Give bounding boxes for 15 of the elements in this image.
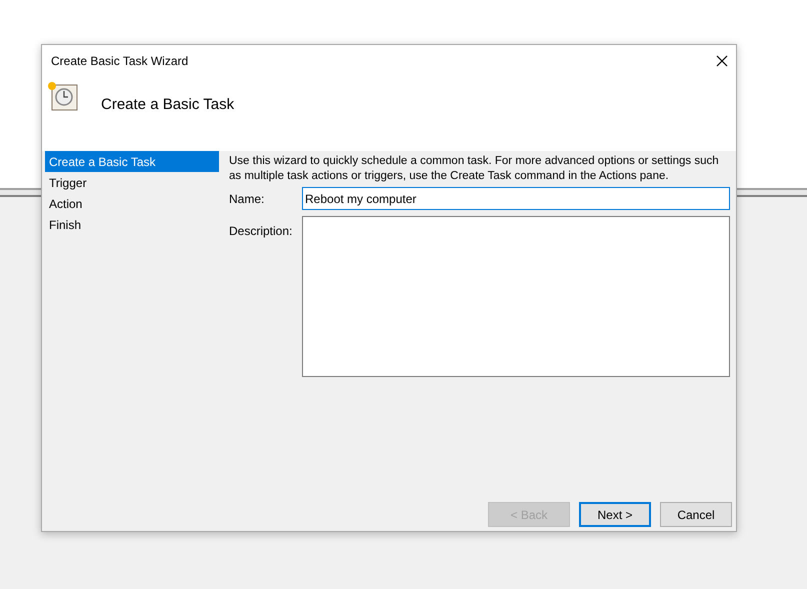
- wizard-step[interactable]: Finish: [45, 214, 219, 235]
- description-field[interactable]: [302, 216, 730, 377]
- close-icon[interactable]: [716, 54, 728, 66]
- wizard-step[interactable]: Action: [45, 193, 219, 214]
- window-title: Create Basic Task Wizard: [51, 52, 188, 70]
- name-field[interactable]: Reboot my computer: [302, 187, 730, 210]
- clock-icon: [47, 82, 79, 112]
- intro-text: Use this wizard to quickly schedule a common task. For more advanced options or settings such as multiple task actions or triggers, use the Create Task command in the Actions pane.: [229, 154, 720, 184]
- wizard-button[interactable]: Next >: [579, 502, 651, 527]
- description-label: Description:: [229, 223, 294, 240]
- name-label: Name:: [229, 190, 266, 208]
- wizard-button[interactable]: Cancel: [660, 502, 732, 527]
- wizard-step[interactable]: Create a Basic Task: [45, 151, 219, 172]
- header-title: Create a Basic Task: [101, 95, 234, 115]
- wizard-step[interactable]: Trigger: [45, 172, 219, 193]
